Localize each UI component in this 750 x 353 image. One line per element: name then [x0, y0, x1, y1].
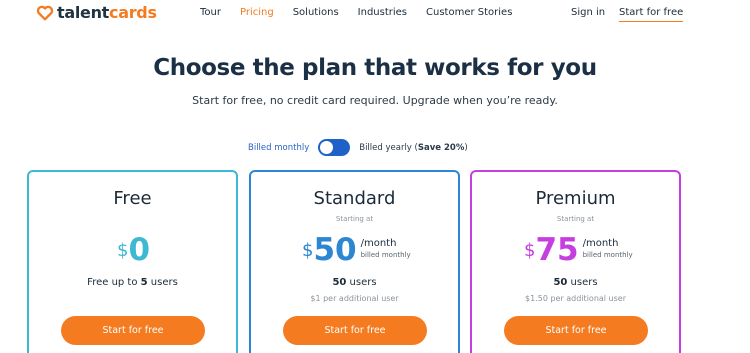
yearly-discount: Save 20% [417, 142, 465, 153]
billed-yearly-label[interactable]: Billed yearly (Save 20%) [359, 143, 467, 153]
nav-link-tour[interactable]: Tour [200, 7, 221, 18]
additional-user-price: $1 per additional user [310, 294, 399, 303]
plan-card-standard: Standard Starting at $ 50 /month billed … [249, 170, 460, 353]
price-period: /month billed monthly [583, 238, 633, 259]
nav-link-solutions[interactable]: Solutions [293, 7, 339, 18]
billed-monthly-note: billed monthly [582, 251, 633, 259]
nav-link-industries[interactable]: Industries [358, 7, 407, 18]
start-for-free-button[interactable]: Start for free [504, 316, 648, 345]
plan-name: Standard [313, 188, 396, 209]
billed-monthly-note: billed monthly [360, 251, 411, 259]
price-row: $ 0 [117, 232, 150, 268]
page-title: Choose the plan that works for you [153, 55, 597, 81]
start-free-link[interactable]: Start for free [619, 7, 684, 22]
plan-name: Free [113, 188, 152, 209]
nav-links: Tour Pricing Solutions Industries Custom… [200, 7, 531, 18]
page-subtitle: Start for free, no credit card required.… [192, 94, 558, 107]
price-amount: 75 [535, 232, 579, 268]
starting-at-label: Starting at [335, 215, 374, 223]
toggle-knob [320, 141, 334, 154]
heart-logo-icon [36, 5, 54, 20]
users-info: 50 users [332, 277, 377, 288]
additional-user-price: $1.50 per additional user [525, 294, 626, 303]
plan-name: Premium [535, 188, 616, 209]
users-info: Free up to 5 users [87, 277, 178, 288]
top-nav: talentcards Tour Pricing Solutions Indus… [0, 0, 750, 28]
plan-card-free: Free $ 0 Free up to 5 users Start for fr… [27, 170, 238, 353]
users-info: 50 users [553, 277, 598, 288]
price-row: $ 75 /month billed monthly [524, 232, 633, 268]
currency-symbol: $ [117, 240, 129, 261]
billing-toggle-switch[interactable] [318, 139, 351, 156]
plan-card-premium: Premium Starting at $ 75 /month billed m… [470, 170, 681, 353]
logo-text: talentcards [57, 3, 157, 22]
billed-monthly-label[interactable]: Billed monthly [248, 143, 309, 153]
currency-symbol: $ [302, 240, 314, 261]
per-month-label: /month [360, 238, 397, 249]
sign-in-link[interactable]: Sign in [571, 7, 605, 18]
nav-link-pricing[interactable]: Pricing [240, 7, 274, 18]
price-row: $ 50 /month billed monthly [302, 232, 411, 268]
logo[interactable]: talentcards [36, 3, 157, 22]
price-amount: 0 [128, 232, 151, 268]
starting-at-label: Starting at [556, 215, 595, 223]
currency-symbol: $ [524, 240, 536, 261]
start-for-free-button[interactable]: Start for free [61, 316, 205, 345]
nav-link-customer-stories[interactable]: Customer Stories [426, 7, 512, 18]
per-month-label: /month [582, 238, 619, 249]
billing-toggle-row: Billed monthly Billed yearly (Save 20%) [248, 139, 468, 156]
price-amount: 50 [313, 232, 357, 268]
start-for-free-button[interactable]: Start for free [283, 316, 427, 345]
price-period: /month billed monthly [361, 238, 411, 259]
